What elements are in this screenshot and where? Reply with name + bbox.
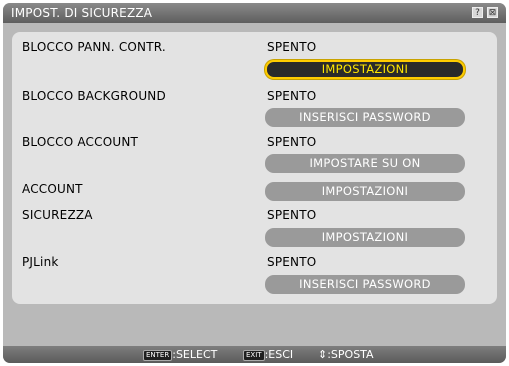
- row-label-blocco-pann-contr: BLOCCO PANN. CONTR.: [22, 40, 166, 54]
- row-label-sicurezza: SICUREZZA: [22, 208, 93, 222]
- help-icon[interactable]: ?: [472, 7, 483, 18]
- row-label-blocco-account: BLOCCO ACCOUNT: [22, 135, 139, 149]
- row-value-blocco-pann-contr: SPENTO: [267, 40, 317, 54]
- security-settings-window: IMPOST. DI SICUREZZA ? ⊠ BLOCCO PANN. CO…: [3, 3, 506, 363]
- row-value-pjlink: SPENTO: [267, 255, 317, 269]
- row-value-blocco-account: SPENTO: [267, 135, 317, 149]
- footer-select-text: :SELECT: [172, 348, 218, 361]
- blocco-background-button[interactable]: INSERISCI PASSWORD: [265, 108, 465, 127]
- footer-exit-text: :ESCI: [264, 348, 294, 361]
- row-label-pjlink: PJLink: [22, 255, 59, 269]
- account-button[interactable]: IMPOSTAZIONI: [265, 182, 465, 201]
- blocco-account-button[interactable]: IMPOSTARE SU ON: [265, 154, 465, 173]
- row-label-blocco-background: BLOCCO BACKGROUND: [22, 89, 166, 103]
- pjlink-button[interactable]: INSERISCI PASSWORD: [265, 275, 465, 294]
- footer-exit-hint: EXIT:ESCI: [243, 346, 293, 363]
- exit-key-icon: EXIT: [243, 350, 265, 361]
- move-arrows-icon: ⇕: [318, 348, 328, 361]
- row-label-account: ACCOUNT: [22, 182, 83, 196]
- sicurezza-button[interactable]: IMPOSTAZIONI: [265, 228, 465, 247]
- close-icon[interactable]: ⊠: [487, 7, 498, 18]
- blocco-pann-contr-button[interactable]: IMPOSTAZIONI: [265, 60, 465, 79]
- row-value-blocco-background: SPENTO: [267, 89, 317, 103]
- enter-key-icon: ENTER: [143, 350, 173, 361]
- footer-select-hint: ENTER:SELECT: [143, 346, 217, 363]
- window-title: IMPOST. DI SICUREZZA: [11, 6, 153, 20]
- footer-move-hint: ⇕:SPOSTA: [318, 346, 374, 363]
- row-value-sicurezza: SPENTO: [267, 208, 317, 222]
- settings-panel: BLOCCO PANN. CONTR. SPENTO IMPOSTAZIONI …: [12, 32, 497, 304]
- title-bar: IMPOST. DI SICUREZZA ? ⊠: [3, 3, 506, 23]
- footer-hint-bar: ENTER:SELECT EXIT:ESCI ⇕:SPOSTA: [3, 346, 506, 363]
- footer-move-text: :SPOSTA: [327, 348, 374, 361]
